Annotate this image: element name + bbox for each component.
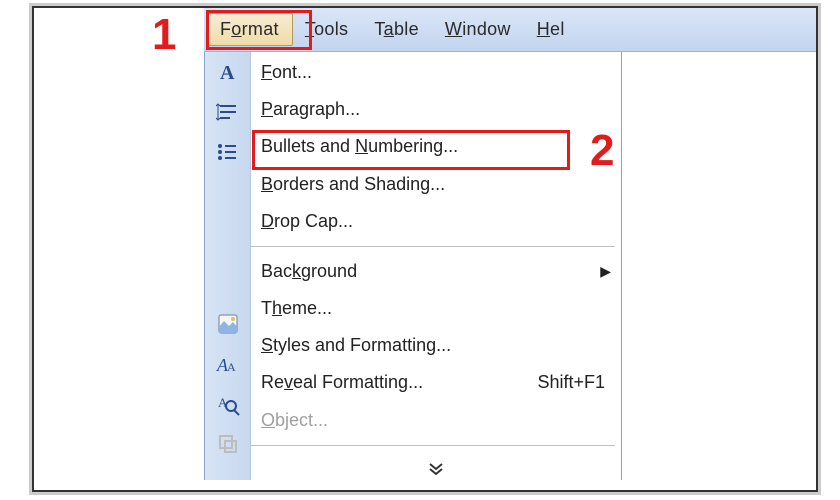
menu-drop-cap[interactable]: Drop Cap... xyxy=(251,203,621,240)
menu-dropcap-ul: D xyxy=(261,211,274,231)
menu-background-post: ground xyxy=(301,261,357,281)
menu-table-ul: a xyxy=(384,19,394,39)
menu-table-post: ble xyxy=(394,19,419,39)
menu-borders-post: orders and Shading... xyxy=(273,174,445,194)
menu-bullets-numbering[interactable]: Bullets and Numbering... xyxy=(251,128,621,165)
menu-bullets-post: umbering... xyxy=(368,136,458,156)
menu-table[interactable]: Table xyxy=(362,13,433,46)
menu-format[interactable]: Format xyxy=(208,13,293,46)
theme-icon xyxy=(205,304,251,344)
menu-help-post: el xyxy=(550,19,565,39)
menu-dropcap-post: rop Cap... xyxy=(274,211,353,231)
separator-2 xyxy=(251,445,615,446)
blank-icon-2 xyxy=(205,212,251,252)
menu-background-pre: Bac xyxy=(261,261,292,281)
menu-paragraph-post: aragraph... xyxy=(273,99,360,119)
menu-font-post: ont... xyxy=(272,62,312,82)
svg-text:A: A xyxy=(220,62,235,84)
reveal-icon: A xyxy=(205,384,251,424)
object-icon xyxy=(205,424,251,464)
font-icon: A xyxy=(205,52,251,92)
menu-bullets-pre: Bullets and xyxy=(261,136,355,156)
paragraph-icon xyxy=(205,92,251,132)
blank-icon-1 xyxy=(205,172,251,212)
menu-reveal-formatting[interactable]: Reveal Formatting... Shift+F1 xyxy=(251,364,621,401)
menu-format-ul: o xyxy=(231,19,241,39)
submenu-arrow-icon: ▶ xyxy=(600,263,611,280)
menu-format-post: rmat xyxy=(242,19,279,39)
menu-object: Object... xyxy=(251,402,621,439)
tutorial-frame: Format Tools Table Window Hel A xyxy=(32,6,818,492)
menu-tools[interactable]: Tools xyxy=(293,13,363,46)
menu-background[interactable]: Background ▶ xyxy=(251,253,621,290)
format-dropdown: A xyxy=(204,52,622,480)
bullets-icon xyxy=(205,132,251,172)
callout-number-1: 1 xyxy=(152,10,176,60)
menu-font[interactable]: Font... xyxy=(251,54,621,91)
separator-1 xyxy=(251,246,615,247)
menu-theme[interactable]: Theme... xyxy=(251,290,621,327)
menu-help-ul: H xyxy=(537,19,550,39)
menu-help[interactable]: Hel xyxy=(525,13,579,46)
expand-menu-button[interactable] xyxy=(251,458,621,480)
menu-format-pre: F xyxy=(220,19,231,39)
menu-reveal-pre: Re xyxy=(261,372,284,392)
menu-reveal-post: eal Formatting... xyxy=(293,372,423,392)
svg-text:A: A xyxy=(227,360,236,374)
menu-styles-ul: S xyxy=(261,335,273,355)
menu-object-ul: O xyxy=(261,410,275,430)
expand-chevron-icon xyxy=(426,462,446,476)
menu-theme-ul: h xyxy=(272,298,282,318)
menu-borders-shading[interactable]: Borders and Shading... xyxy=(251,166,621,203)
icon-rail: A xyxy=(205,52,251,480)
menu-font-ul: F xyxy=(261,62,272,82)
menu-tools-post: ools xyxy=(314,19,348,39)
blank-icon-3 xyxy=(205,264,251,304)
menu-paragraph[interactable]: Paragraph... xyxy=(251,91,621,128)
menu-bar: Format Tools Table Window Hel xyxy=(204,8,816,52)
menu-theme-post: eme... xyxy=(282,298,332,318)
menu-object-post: bject... xyxy=(275,410,328,430)
menu-styles-post: tyles and Formatting... xyxy=(273,335,451,355)
menu-styles-formatting[interactable]: Styles and Formatting... xyxy=(251,327,621,364)
menu-table-pre: T xyxy=(374,19,383,39)
menu-bullets-ul: N xyxy=(355,136,368,156)
menu-background-ul: k xyxy=(292,261,301,281)
menu-body: Font... Paragraph... Bullets and Numberi… xyxy=(251,52,621,480)
menu-paragraph-ul: P xyxy=(261,99,273,119)
menu-theme-pre: T xyxy=(261,298,272,318)
menu-reveal-ul: v xyxy=(284,372,293,392)
callout-number-2: 2 xyxy=(590,126,614,176)
styles-icon: AA xyxy=(205,344,251,384)
menu-window[interactable]: Window xyxy=(433,13,525,46)
menu-window-ul: W xyxy=(445,19,462,39)
menu-window-post: indow xyxy=(462,19,511,39)
menu-tools-ul: T xyxy=(305,19,314,39)
menu-borders-ul: B xyxy=(261,174,273,194)
menu-reveal-shortcut: Shift+F1 xyxy=(537,372,611,393)
